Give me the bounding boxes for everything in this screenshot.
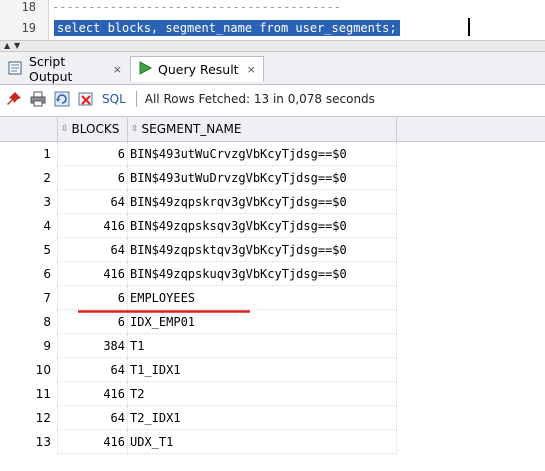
- refresh-icon[interactable]: [52, 89, 72, 109]
- cell-segment-name[interactable]: BIN$493utWuDrvzgVbKcyTjdsg==$0: [127, 166, 397, 190]
- annotation-underline: [78, 310, 250, 313]
- grid-header: ⇳ BLOCKS ⇳ SEGMENT_NAME: [0, 116, 545, 142]
- result-tab-bar: Script Output × Query Result ×: [0, 52, 545, 85]
- tab-label: Script Output: [29, 54, 73, 84]
- table-row[interactable]: 5 64 BIN$49zqpsktqv3gVbKcyTjdsg==$0: [0, 238, 545, 262]
- cell-blocks[interactable]: 384: [57, 334, 127, 358]
- line-number: 18: [21, 0, 36, 14]
- column-header-blocks[interactable]: ⇳ BLOCKS: [57, 117, 127, 141]
- row-number: 11: [35, 387, 51, 401]
- cell-segment-name[interactable]: EMPLOYEES: [127, 286, 397, 310]
- close-icon[interactable]: ×: [113, 63, 122, 76]
- row-number: 1: [43, 147, 51, 161]
- table-row[interactable]: 7 6 EMPLOYEES: [0, 286, 545, 310]
- sql-editor[interactable]: 18 19 ----------------------------------…: [0, 0, 545, 40]
- cell-blocks[interactable]: 6: [57, 142, 127, 166]
- row-number: 5: [43, 243, 51, 257]
- sort-icon: ⇳: [61, 124, 69, 134]
- cell-segment-name[interactable]: IDX_EMP01: [127, 310, 397, 334]
- cell-segment-name[interactable]: BIN$49zqpskrqv3gVbKcyTjdsg==$0: [127, 190, 397, 214]
- cell-segment-name[interactable]: BIN$49zqpsktqv3gVbKcyTjdsg==$0: [127, 238, 397, 262]
- table-row[interactable]: 3 64 BIN$49zqpskrqv3gVbKcyTjdsg==$0: [0, 190, 545, 214]
- line-number: 19: [21, 21, 36, 35]
- tab-label: Query Result: [158, 61, 239, 77]
- cell-blocks[interactable]: 64: [57, 358, 127, 382]
- cell-blocks[interactable]: 6: [57, 310, 127, 334]
- cell-blocks[interactable]: 416: [57, 214, 127, 238]
- close-icon[interactable]: ×: [247, 63, 256, 76]
- sql-button[interactable]: SQL: [102, 92, 126, 106]
- row-number: 6: [43, 267, 51, 281]
- cell-segment-name[interactable]: UDX_T1: [127, 430, 397, 454]
- row-number-header: [0, 117, 57, 141]
- row-number: 9: [43, 339, 51, 353]
- cell-segment-name[interactable]: BIN$49zqpskuqv3gVbKcyTjdsg==$0: [127, 262, 397, 286]
- toolbar-separator: [135, 91, 137, 107]
- column-header-segment-name[interactable]: ⇳ SEGMENT_NAME: [127, 117, 397, 141]
- table-row[interactable]: 12 64 T2_IDX1: [0, 406, 545, 430]
- cell-blocks[interactable]: 64: [57, 190, 127, 214]
- fetch-status: All Rows Fetched: 13 in 0,078 seconds: [144, 92, 375, 106]
- tab-script-output[interactable]: Script Output ×: [2, 54, 128, 84]
- export-icon[interactable]: [76, 89, 96, 109]
- row-number: 12: [35, 411, 51, 425]
- cell-blocks[interactable]: 416: [57, 382, 127, 406]
- cell-blocks[interactable]: 416: [57, 430, 127, 454]
- script-output-icon: [8, 60, 24, 79]
- table-row[interactable]: 10 64 T1_IDX1: [0, 358, 545, 382]
- pin-icon[interactable]: [4, 89, 24, 109]
- row-number: 8: [43, 315, 51, 329]
- cell-blocks[interactable]: 416: [57, 262, 127, 286]
- row-number: 13: [35, 435, 51, 449]
- code-line-comment[interactable]: ----------------------------------------: [52, 0, 341, 14]
- row-number: 4: [43, 219, 51, 233]
- sort-icon: ⇳: [131, 124, 139, 134]
- cell-segment-name[interactable]: T1: [127, 334, 397, 358]
- table-row[interactable]: 9 384 T1: [0, 334, 545, 358]
- table-row[interactable]: 11 416 T2: [0, 382, 545, 406]
- code-line-selected-query[interactable]: select blocks, segment_name from user_se…: [54, 20, 400, 36]
- cell-blocks[interactable]: 6: [57, 166, 127, 190]
- row-number: 7: [43, 291, 51, 305]
- print-icon[interactable]: [28, 89, 48, 109]
- row-number: 2: [43, 171, 51, 185]
- table-row[interactable]: 4 416 BIN$49zqpsksqv3gVbKcyTjdsg==$0: [0, 214, 545, 238]
- table-row[interactable]: 8 6 IDX_EMP01: [0, 310, 545, 334]
- cell-blocks[interactable]: 64: [57, 238, 127, 262]
- expand-up-icon[interactable]: ▲: [4, 41, 10, 50]
- cell-blocks[interactable]: 6: [57, 286, 127, 310]
- cell-segment-name[interactable]: T2_IDX1: [127, 406, 397, 430]
- cell-segment-name[interactable]: T2: [127, 382, 397, 406]
- cell-segment-name[interactable]: T1_IDX1: [127, 358, 397, 382]
- table-row[interactable]: 2 6 BIN$493utWuDrvzgVbKcyTjdsg==$0: [0, 166, 545, 190]
- cell-blocks[interactable]: 64: [57, 406, 127, 430]
- result-toolbar: SQL All Rows Fetched: 13 in 0,078 second…: [0, 85, 545, 113]
- table-row[interactable]: 6 416 BIN$49zqpskuqv3gVbKcyTjdsg==$0: [0, 262, 545, 286]
- play-icon: [137, 60, 153, 79]
- cell-segment-name[interactable]: BIN$493utWuCrvzgVbKcyTjdsg==$0: [127, 142, 397, 166]
- tab-query-result[interactable]: Query Result ×: [130, 56, 264, 82]
- table-row[interactable]: 13 416 UDX_T1: [0, 430, 545, 454]
- row-number: 3: [43, 195, 51, 209]
- line-number-gutter: 18 19: [0, 0, 49, 40]
- row-number: 10: [35, 363, 51, 377]
- panel-splitter[interactable]: ▲ ▼: [0, 40, 545, 52]
- table-row[interactable]: 1 6 BIN$493utWuCrvzgVbKcyTjdsg==$0: [0, 142, 545, 166]
- text-caret: [468, 18, 470, 36]
- expand-down-icon[interactable]: ▼: [14, 41, 20, 50]
- cell-segment-name[interactable]: BIN$49zqpsksqv3gVbKcyTjdsg==$0: [127, 214, 397, 238]
